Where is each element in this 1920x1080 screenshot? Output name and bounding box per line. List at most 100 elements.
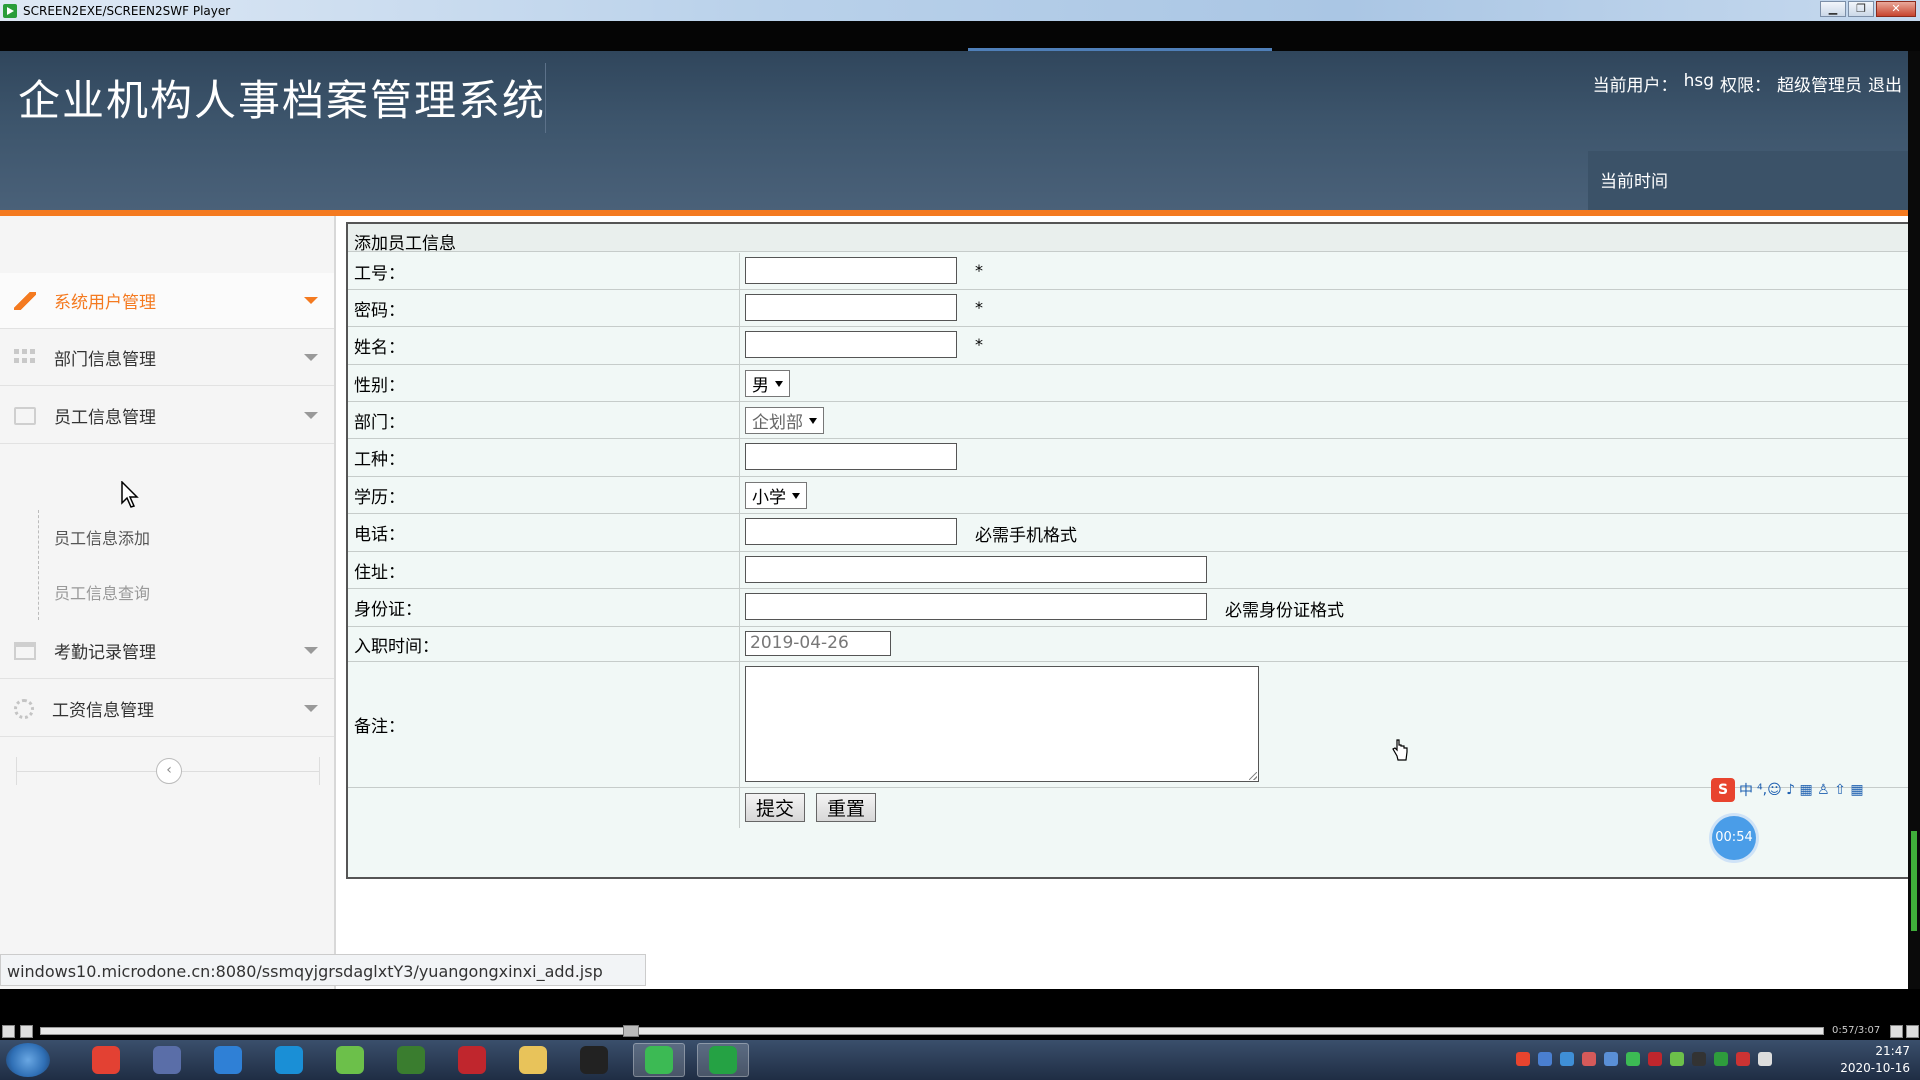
chrome-icon [92,1046,120,1074]
cloud-icon [214,1046,242,1074]
taskbar-app-explorer[interactable] [507,1043,559,1077]
dropdown-arrow-icon [792,492,800,499]
required-mark: * [975,261,983,280]
tray-network-icon[interactable] [1670,1052,1684,1066]
wechat-icon [645,1046,673,1074]
chevron-down-icon [304,647,318,654]
sidebar-item-label: 员工信息管理 [54,408,156,428]
hire-date-label: 入职时间： [348,627,740,661]
sidebar-item-departments[interactable]: 部门信息管理 [0,330,334,386]
taskbar-app-cloud[interactable] [202,1043,254,1077]
leaf-icon [336,1046,364,1074]
tray-shield-icon[interactable] [1604,1052,1618,1066]
required-mark: * [975,298,983,317]
taskbar-app-chrome[interactable] [80,1043,132,1077]
tray-cube-icon[interactable] [1560,1052,1574,1066]
job-type-label: 工种： [348,439,740,476]
id-card-input[interactable] [745,593,1207,620]
ime-mode-toggle[interactable]: 中 [1739,780,1753,800]
player-top-band [0,21,1920,51]
sidebar-item-label: 考勤记录管理 [54,643,156,663]
tray-arrow-icon[interactable] [1648,1052,1662,1066]
address-input[interactable] [745,556,1207,583]
close-button[interactable]: ✕ [1876,1,1916,17]
logout-link[interactable]: 退出 [1868,71,1902,96]
emp-no-label: 工号： [348,253,740,289]
emp-no-input[interactable] [745,257,957,284]
tray-qq-icon[interactable] [1692,1052,1706,1066]
tray-battery-icon[interactable] [1714,1052,1728,1066]
user-info: 当前用户： hsg 权限： 超级管理员 退出 [1593,71,1902,96]
ime-toolbar: S 中 ⁴,☺ ♪ ▦ ♙ ⇧ ▦ [1711,777,1864,803]
player-app-icon [3,3,17,18]
gender-select[interactable]: 男 [745,370,790,397]
permission-label: 权限： [1720,76,1771,96]
tray-display-icon[interactable] [1758,1052,1772,1066]
sogou-ime-icon[interactable]: S [1711,778,1735,802]
remark-textarea[interactable] [745,666,1259,782]
start-button[interactable] [6,1043,50,1077]
taskbar-app-leaf[interactable] [324,1043,376,1077]
sidebar-item-system-users[interactable]: 系统用户管理 [0,273,334,329]
ime-tool-icons[interactable]: ⁴,☺ ♪ ▦ ♙ ⇧ ▦ [1757,782,1864,798]
submit-button[interactable]: 提交 [745,793,806,822]
reset-button[interactable]: 重置 [816,793,877,822]
pause-button[interactable] [2,1025,15,1038]
recording-timer[interactable]: 00:54 [1712,816,1756,860]
fullscreen-button[interactable] [1890,1025,1903,1038]
arrow-cursor-icon [121,481,139,508]
system-clock[interactable]: 21:47 2020-10-16 [1840,1043,1910,1077]
row-remark: 备注： [348,662,1908,788]
password-input[interactable] [745,294,957,321]
address-cell [741,552,1908,588]
taskbar-app-chart[interactable] [385,1043,437,1077]
phone-input[interactable] [745,518,957,545]
clock-date: 2020-10-16 [1840,1061,1910,1075]
tray-app-icon[interactable] [1538,1052,1552,1066]
title-divider [545,63,546,133]
department-select[interactable]: 企划部 [745,407,824,434]
tray-ime-icon[interactable] [1516,1052,1530,1066]
player-control-bar: 0:57/3:07 [0,989,1920,1040]
taskbar-app-wechat[interactable] [633,1043,685,1077]
tray-wechat-icon[interactable] [1626,1052,1640,1066]
phone-hint: 必需手机格式 [975,526,1077,546]
current-user-label: 当前用户： [1592,76,1678,96]
address-label: 住址： [348,552,740,588]
sidebar-item-employees[interactable]: 员工信息管理 [0,388,334,444]
gender-value: 男 [752,376,769,396]
tray-flower-icon[interactable] [1582,1052,1596,1066]
sidebar: 系统用户管理 部门信息管理 员工信息管理 员工信息添加 员工信息查询 考勤记录管… [0,216,336,989]
taskbar-app-browser[interactable] [263,1043,315,1077]
submenu-item-add-employee[interactable]: 员工信息添加 [54,525,150,549]
actions-label-cell [348,788,740,828]
side-indicator [1911,831,1917,931]
education-select[interactable]: 小学 [745,482,807,509]
restore-button[interactable]: ❐ [1848,1,1874,17]
row-department: 部门： 企划部 [348,402,1908,439]
sidebar-collapse-button[interactable]: ‹ [156,758,182,784]
system-title: 企业机构人事档案管理系统 [18,76,547,125]
taskbar-app-player[interactable] [697,1043,749,1077]
taskbar-app-flash[interactable] [446,1043,498,1077]
minimize-button[interactable]: ▁ [1820,1,1846,17]
tray-volume-icon[interactable] [1736,1052,1750,1066]
taskbar-app-notes[interactable] [141,1043,193,1077]
playback-time: 0:57/3:07 [1832,1025,1881,1036]
stop-button[interactable] [20,1025,33,1038]
player-title: SCREEN2EXE/SCREEN2SWF Player [23,3,231,18]
card-icon [14,406,36,425]
name-cell: * [741,327,1908,364]
pencil-icon [14,291,36,310]
sidebar-item-salary[interactable]: 工资信息管理 [0,681,334,737]
name-input[interactable] [745,331,957,358]
seek-bar[interactable] [40,1025,1824,1037]
info-button[interactable] [1906,1025,1919,1038]
seek-thumb[interactable] [623,1025,639,1037]
sidebar-item-attendance[interactable]: 考勤记录管理 [0,623,334,679]
hire-date-input[interactable]: 2019-04-26 [745,631,891,656]
job-type-input[interactable] [745,443,957,470]
web-viewport: 企业机构人事档案管理系统 当前用户： hsg 权限： 超级管理员 退出 当前时间… [0,51,1908,989]
taskbar-app-qq[interactable] [568,1043,620,1077]
submenu-item-search-employee[interactable]: 员工信息查询 [54,580,150,604]
